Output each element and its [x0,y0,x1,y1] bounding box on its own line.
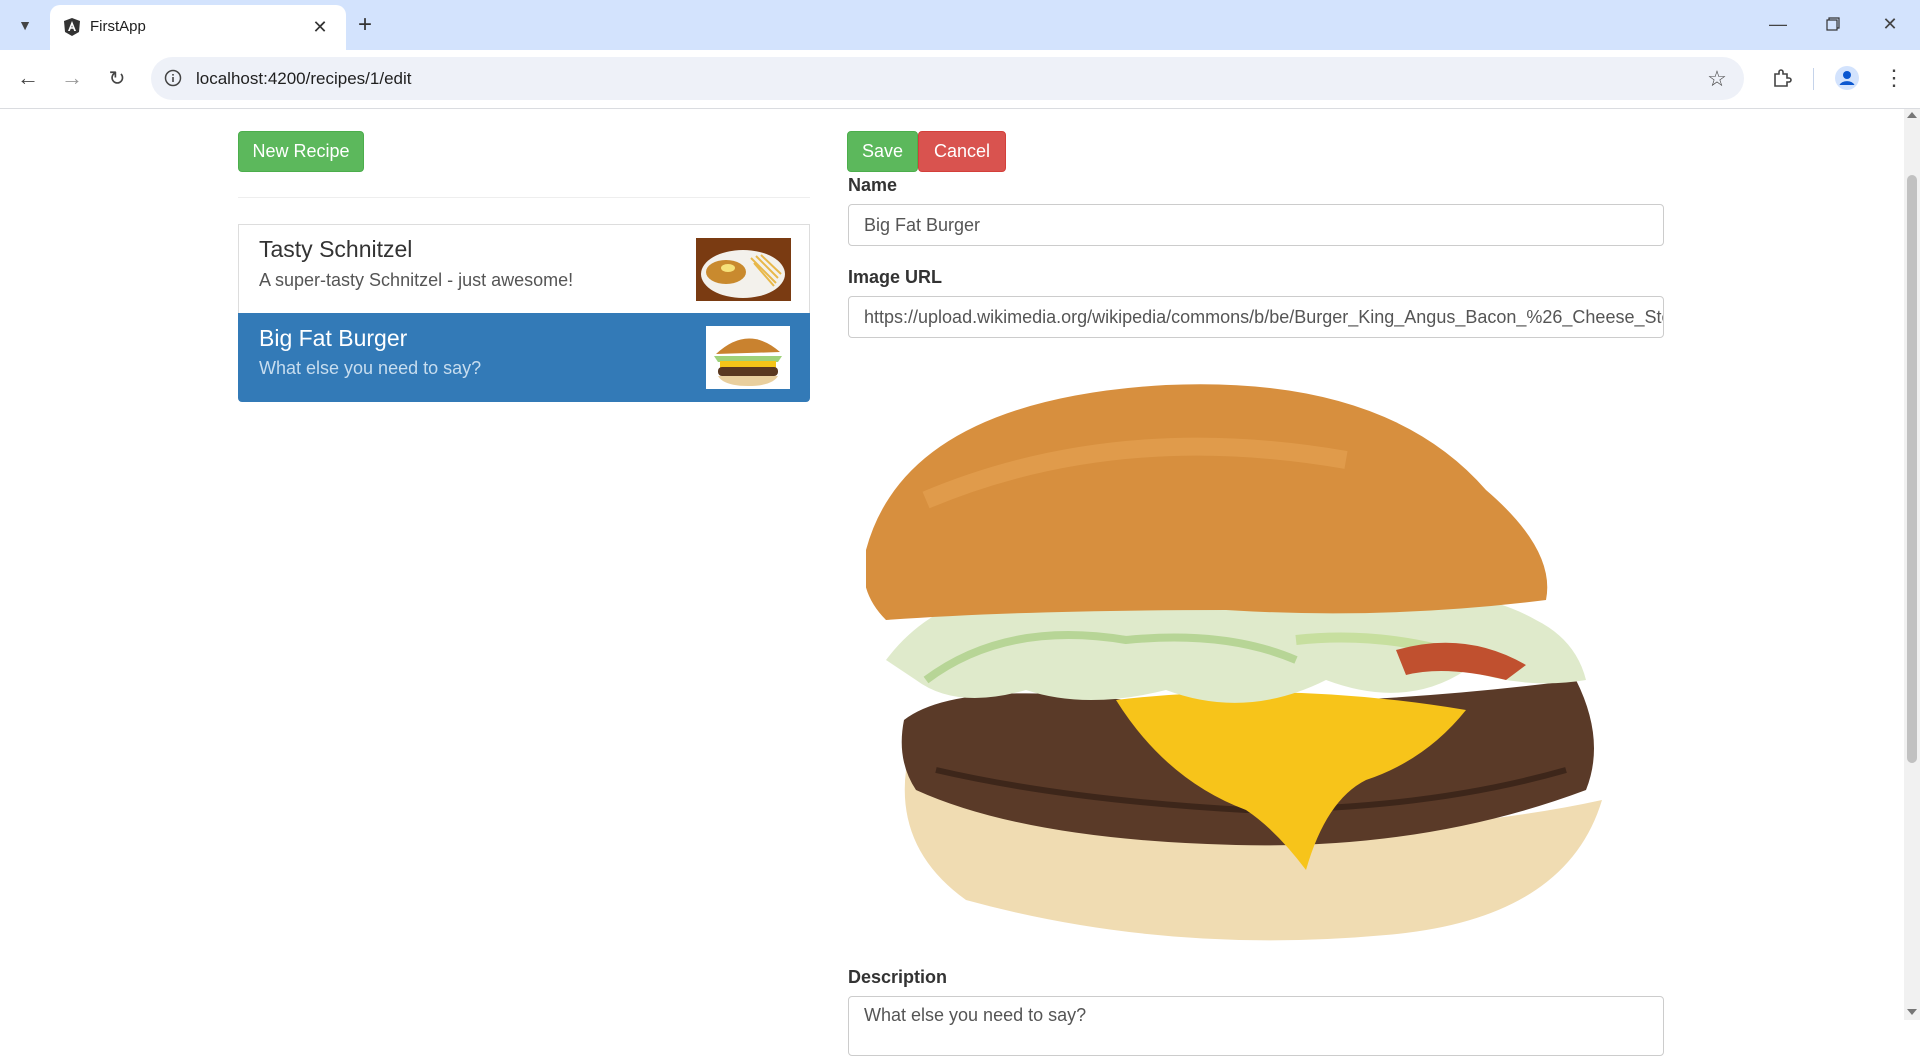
recipe-description: What else you need to say? [259,358,482,378]
close-tab-icon[interactable]: ✕ [308,15,332,39]
description-textarea[interactable]: What else you need to say? [848,996,1664,1056]
name-label: Name [848,175,898,195]
plus-icon[interactable]: + [350,10,380,40]
recipe-list-item-active[interactable]: Big Fat Burger What else you need to say… [238,313,810,402]
angular-logo-icon [62,17,82,37]
menu-kebab-icon[interactable]: ⋮ [1878,62,1910,94]
scroll-down-arrow-icon[interactable] [1907,1009,1917,1015]
image-url-input[interactable]: https://upload.wikimedia.org/wikipedia/c… [848,296,1664,338]
toolbar-divider [1813,68,1814,90]
close-window-icon[interactable]: ✕ [1872,8,1908,40]
browser-tab-bar: ▼ FirstApp ✕ + — ✕ [0,0,1920,50]
recipe-thumbnail [706,326,790,389]
chevron-down-icon[interactable]: ▼ [10,10,40,40]
back-icon[interactable]: ← [12,62,44,94]
page-scrollbar[interactable] [1904,109,1920,1020]
profile-avatar-icon[interactable] [1831,62,1863,94]
reload-icon[interactable]: ↻ [101,62,133,94]
browser-tab[interactable]: FirstApp ✕ [50,5,346,50]
save-button[interactable]: Save [847,131,918,172]
tab-title: FirstApp [90,18,146,35]
forward-icon[interactable]: → [56,62,88,94]
name-input[interactable]: Big Fat Burger [848,204,1664,246]
scroll-up-arrow-icon[interactable] [1907,112,1917,118]
recipe-name: Tasty Schnitzel [259,236,413,262]
image-url-label: Image URL [848,267,943,287]
minimize-icon[interactable]: — [1760,8,1796,40]
browser-toolbar: ← → ↻ localhost:4200/recipes/1/edit ☆ ⋮ [0,50,1920,109]
recipe-thumbnail [696,238,791,301]
restore-icon[interactable] [1815,8,1851,40]
recipe-image-preview [863,380,1646,945]
address-bar[interactable]: localhost:4200/recipes/1/edit ☆ [151,57,1744,100]
cancel-button[interactable]: Cancel [918,131,1006,172]
recipe-description: A super-tasty Schnitzel - just awesome! [259,270,574,290]
new-recipe-button[interactable]: New Recipe [238,131,364,172]
bookmark-star-icon[interactable]: ☆ [1704,66,1730,92]
scroll-thumb[interactable] [1907,175,1917,763]
recipe-list-item[interactable]: Tasty Schnitzel A super-tasty Schnitzel … [238,224,810,314]
recipe-name: Big Fat Burger [259,325,408,351]
divider [238,197,810,198]
url-text: localhost:4200/recipes/1/edit [196,69,412,88]
description-label: Description [848,967,948,987]
extensions-icon[interactable] [1766,62,1798,94]
site-info-icon[interactable] [163,68,183,88]
